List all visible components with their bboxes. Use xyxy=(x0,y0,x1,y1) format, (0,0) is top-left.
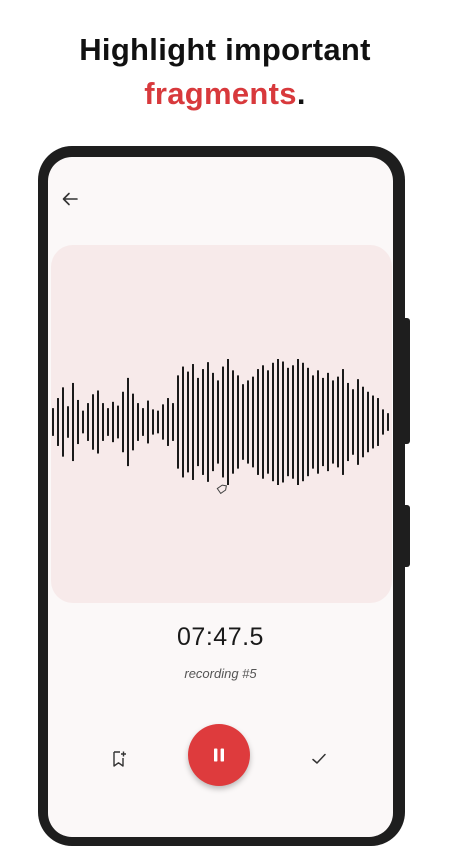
recording-name[interactable]: recording #5 xyxy=(48,666,393,681)
headline-accent-word: fragments xyxy=(144,76,297,111)
add-bookmark-button[interactable] xyxy=(106,746,132,772)
check-icon xyxy=(312,753,326,764)
tag-icon xyxy=(216,484,227,495)
recording-timer: 07:47.5 xyxy=(177,623,264,651)
phone-power-button xyxy=(402,505,410,567)
waveform-panel[interactable] xyxy=(51,245,392,603)
app-screen: 07:47.5 recording #5 xyxy=(48,157,393,837)
finish-button[interactable] xyxy=(306,746,332,772)
headline-punctuation: . xyxy=(296,76,306,111)
pause-button[interactable] xyxy=(188,724,250,786)
headline-line-2: fragments. xyxy=(0,72,450,116)
back-button[interactable] xyxy=(56,185,84,213)
promo-headline: Highlight important fragments. xyxy=(0,28,450,116)
controls-row xyxy=(48,724,393,788)
headline-line-1: Highlight important xyxy=(79,32,371,67)
arrow-left-icon xyxy=(62,192,78,206)
phone-volume-button xyxy=(402,318,410,444)
bookmark-add-icon xyxy=(113,751,126,767)
waveform xyxy=(52,359,389,495)
pause-icon xyxy=(214,748,224,762)
